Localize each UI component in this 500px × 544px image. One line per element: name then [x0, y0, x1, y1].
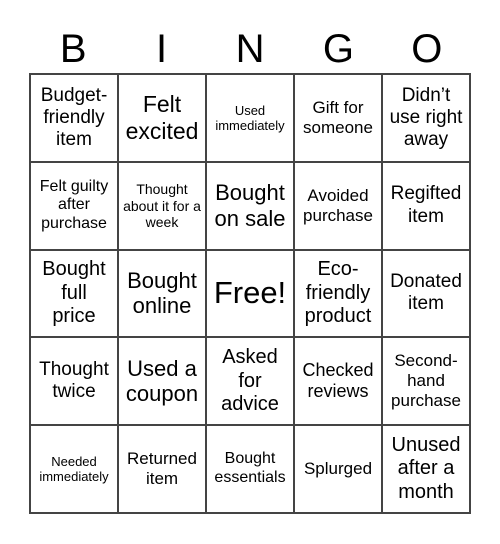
bingo-cell[interactable]: Budget-friendly item [30, 74, 118, 162]
bingo-cell[interactable]: Regifted item [382, 161, 470, 250]
bingo-cell[interactable]: Splurged [294, 425, 382, 513]
bingo-cell[interactable]: Felt guilty after purchase [30, 161, 118, 250]
bingo-grid: Budget-friendly item Felt excited Used imm… [29, 73, 471, 514]
header-letter-b: B [59, 27, 87, 71]
bingo-cell[interactable]: Bought online [118, 249, 206, 338]
bingo-cell[interactable]: Returned item [118, 425, 206, 513]
bingo-cell[interactable]: Bought full price [30, 249, 118, 338]
bingo-cell[interactable]: Asked for advice [206, 337, 294, 426]
bingo-cell[interactable]: Second-hand purchase [382, 337, 470, 426]
header-letter-o: O [411, 27, 443, 71]
header-letter-i: I [156, 27, 168, 71]
bingo-cell[interactable]: Avoided purchase [294, 161, 382, 250]
bingo-cell[interactable]: Unused after a month [382, 425, 470, 513]
header-letter-n: N [235, 27, 265, 71]
bingo-cell[interactable]: Felt excited [118, 74, 206, 162]
bingo-cell[interactable]: Thought twice [30, 337, 118, 426]
bingo-cell[interactable]: Didn’t use right away [382, 74, 470, 162]
bingo-cell[interactable]: Used immediately [206, 74, 294, 162]
bingo-cell[interactable]: Needed immediately [30, 425, 118, 513]
bingo-header: B I N G O [29, 26, 471, 72]
free-space-cell[interactable]: Free! [206, 249, 294, 338]
bingo-cell[interactable]: Bought essentials [206, 425, 294, 513]
bingo-cell[interactable]: Used a coupon [118, 337, 206, 426]
header-letter-g: G [322, 27, 354, 71]
bingo-cell[interactable]: Eco-friendly product [294, 249, 382, 338]
bingo-cell[interactable]: Donated item [382, 249, 470, 338]
bingo-cell[interactable]: Thought about it for a week [118, 161, 206, 250]
bingo-cell[interactable]: Bought on sale [206, 161, 294, 250]
bingo-cell[interactable]: Gift for someone [294, 74, 382, 162]
bingo-cell[interactable]: Checked reviews [294, 337, 382, 426]
